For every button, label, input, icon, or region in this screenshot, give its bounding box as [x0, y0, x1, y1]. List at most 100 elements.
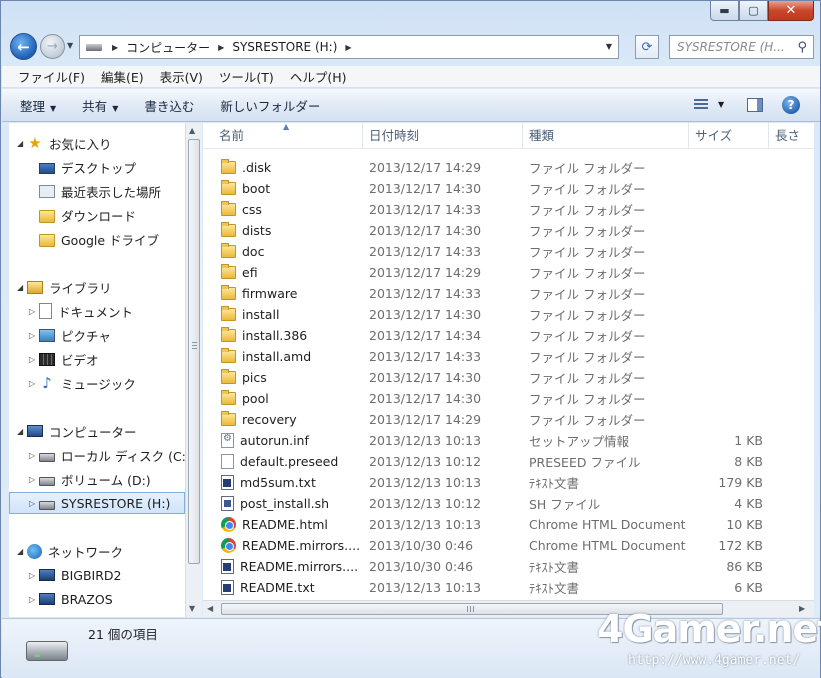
- burn-button[interactable]: 書き込む: [144, 96, 194, 115]
- file-name-cell[interactable]: install.amd: [203, 348, 363, 364]
- collapse-arrow-icon[interactable]: ▷: [29, 379, 39, 388]
- file-name-cell[interactable]: README.txt: [203, 580, 363, 595]
- new-folder-button[interactable]: 新しいフォルダー: [220, 96, 320, 115]
- collapse-arrow-icon[interactable]: ▷: [29, 451, 39, 460]
- tree-volume-d[interactable]: ▷ ボリューム (D:): [29, 468, 151, 490]
- file-name-cell[interactable]: .disk: [203, 159, 363, 175]
- column-type[interactable]: 種類: [523, 123, 689, 149]
- forward-button[interactable]: →: [40, 34, 65, 59]
- minimize-button[interactable]: ▬: [710, 1, 739, 21]
- tree-google-drive[interactable]: Google ドライブ: [29, 228, 159, 250]
- file-row[interactable]: recovery 2013/12/17 14:29 ファイル フォルダー: [203, 409, 814, 430]
- breadcrumb-separator[interactable]: ▶: [345, 43, 351, 52]
- file-row[interactable]: README.mirrors.... 2013/10/30 0:46 Chrome …: [203, 535, 814, 556]
- collapse-arrow-icon[interactable]: ▷: [29, 331, 39, 340]
- expand-arrow-icon[interactable]: ◢: [17, 547, 27, 556]
- collapse-arrow-icon[interactable]: ▷: [29, 307, 39, 316]
- file-name-cell[interactable]: boot: [203, 180, 363, 196]
- breadcrumb-separator[interactable]: ▶: [112, 43, 118, 52]
- search-icon[interactable]: ⚲: [797, 40, 807, 55]
- file-name-cell[interactable]: install.386: [203, 327, 363, 343]
- file-name-cell[interactable]: md5sum.txt: [203, 475, 363, 490]
- collapse-arrow-icon[interactable]: ▷: [29, 355, 39, 364]
- help-icon[interactable]: ?: [782, 96, 800, 114]
- view-options-icon[interactable]: [694, 99, 708, 111]
- file-name-cell[interactable]: doc: [203, 243, 363, 259]
- file-name-cell[interactable]: dists: [203, 222, 363, 238]
- refresh-button[interactable]: ⟳: [635, 35, 659, 59]
- column-name[interactable]: ▲ 名前: [203, 123, 363, 149]
- file-name-cell[interactable]: css: [203, 201, 363, 217]
- column-date[interactable]: 日付時刻: [363, 123, 523, 149]
- menu-tools[interactable]: ツール(T): [211, 67, 282, 86]
- file-row[interactable]: doc 2013/12/17 14:33 ファイル フォルダー: [203, 241, 814, 262]
- menu-file[interactable]: ファイル(F): [10, 67, 93, 86]
- collapse-arrow-icon[interactable]: ▷: [29, 475, 39, 484]
- address-dropdown[interactable]: ▼: [606, 42, 612, 51]
- menu-edit[interactable]: 編集(E): [93, 67, 152, 86]
- tree-brazos[interactable]: ▷ BRAZOS: [29, 588, 113, 610]
- tree-favorites[interactable]: ◢ ★ お気に入り: [17, 132, 112, 154]
- tree-pictures[interactable]: ▷ ピクチャ: [29, 324, 111, 346]
- expand-arrow-icon[interactable]: ◢: [17, 427, 27, 436]
- tree-music[interactable]: ▷ ♪ ミュージック: [29, 372, 136, 394]
- breadcrumb-drive[interactable]: SYSRESTORE (H:): [232, 40, 337, 54]
- recent-pages-dropdown[interactable]: ▼: [67, 41, 73, 50]
- tree-recent[interactable]: 最近表示した場所: [29, 180, 161, 202]
- menu-help[interactable]: ヘルプ(H): [282, 67, 355, 86]
- file-name-cell[interactable]: autorun.inf: [203, 433, 363, 448]
- file-row[interactable]: boot 2013/12/17 14:30 ファイル フォルダー: [203, 178, 814, 199]
- scroll-down-icon[interactable]: ▼: [189, 604, 195, 613]
- tree-libraries[interactable]: ◢ ライブラリ: [17, 276, 112, 298]
- back-button[interactable]: ←: [10, 33, 37, 60]
- column-length[interactable]: 長さ: [769, 123, 814, 149]
- file-row[interactable]: post_install.sh 2013/12/13 10:12 SH ファイル 4 …: [203, 493, 814, 514]
- tree-videos[interactable]: ▷ ビデオ: [29, 348, 99, 370]
- expand-arrow-icon[interactable]: ◢: [17, 283, 27, 292]
- close-button[interactable]: ✕: [768, 1, 814, 21]
- file-name-cell[interactable]: firmware: [203, 285, 363, 301]
- file-row[interactable]: README.txt 2013/12/13 10:13 ﾃｷｽﾄ文書 6 KB: [203, 577, 814, 598]
- share-button[interactable]: 共有 ▼: [82, 96, 118, 115]
- address-bar[interactable]: ▶ コンピューター ▶ SYSRESTORE (H:) ▶ ▼: [79, 35, 619, 59]
- file-row[interactable]: default.preseed 2013/12/13 10:12 PRESEED フ…: [203, 451, 814, 472]
- file-row[interactable]: md5sum.txt 2013/12/13 10:13 ﾃｷｽﾄ文書 179 KB: [203, 472, 814, 493]
- expand-arrow-icon[interactable]: ◢: [17, 139, 27, 148]
- file-row[interactable]: firmware 2013/12/17 14:33 ファイル フォルダー: [203, 283, 814, 304]
- collapse-arrow-icon[interactable]: ▷: [29, 571, 39, 580]
- file-row[interactable]: autorun.inf 2013/12/13 10:13 セットアップ情報 1 KB: [203, 430, 814, 451]
- file-name-cell[interactable]: README.html: [203, 517, 363, 532]
- collapse-arrow-icon[interactable]: ▷: [29, 595, 39, 604]
- file-row[interactable]: css 2013/12/17 14:33 ファイル フォルダー: [203, 199, 814, 220]
- file-row[interactable]: .disk 2013/12/17 14:29 ファイル フォルダー: [203, 157, 814, 178]
- file-row[interactable]: README.html 2013/12/13 10:13 Chrome HTML D…: [203, 514, 814, 535]
- breadcrumb-computer[interactable]: コンピューター: [126, 39, 210, 56]
- preview-pane-icon[interactable]: [747, 98, 763, 112]
- file-row[interactable]: install 2013/12/17 14:30 ファイル フォルダー: [203, 304, 814, 325]
- file-row[interactable]: dists 2013/12/17 14:30 ファイル フォルダー: [203, 220, 814, 241]
- maximize-button[interactable]: ▢: [739, 1, 768, 21]
- scroll-up-icon[interactable]: ▲: [189, 126, 195, 135]
- file-row[interactable]: pool 2013/12/17 14:30 ファイル フォルダー: [203, 388, 814, 409]
- file-name-cell[interactable]: README.mirrors....: [203, 538, 363, 553]
- file-row[interactable]: efi 2013/12/17 14:29 ファイル フォルダー: [203, 262, 814, 283]
- file-row[interactable]: install.386 2013/12/17 14:34 ファイル フォルダー: [203, 325, 814, 346]
- file-name-cell[interactable]: pics: [203, 369, 363, 385]
- breadcrumb-separator[interactable]: ▶: [218, 43, 224, 52]
- scroll-left-icon[interactable]: ◀: [207, 604, 213, 613]
- tree-sysrestore[interactable]: ▷ SYSRESTORE (H:): [9, 492, 185, 514]
- tree-local-disk[interactable]: ▷ ローカル ディスク (C:: [29, 444, 185, 466]
- file-name-cell[interactable]: pool: [203, 390, 363, 406]
- organize-button[interactable]: 整理 ▼: [20, 96, 56, 115]
- tree-documents[interactable]: ▷ ドキュメント: [29, 300, 133, 322]
- file-row[interactable]: install.amd 2013/12/17 14:33 ファイル フォルダー: [203, 346, 814, 367]
- file-name-cell[interactable]: recovery: [203, 411, 363, 427]
- file-name-cell[interactable]: install: [203, 306, 363, 322]
- tree-downloads[interactable]: ダウンロード: [29, 204, 136, 226]
- scrollbar-thumb[interactable]: [188, 139, 200, 564]
- tree-bigbird2[interactable]: ▷ BIGBIRD2: [29, 564, 121, 586]
- tree-desktop[interactable]: デスクトップ: [29, 156, 136, 178]
- file-row[interactable]: README.mirrors.... 2013/10/30 0:46 ﾃｷｽﾄ文書 8…: [203, 556, 814, 577]
- collapse-arrow-icon[interactable]: ▷: [29, 499, 39, 508]
- column-size[interactable]: サイズ: [689, 123, 769, 149]
